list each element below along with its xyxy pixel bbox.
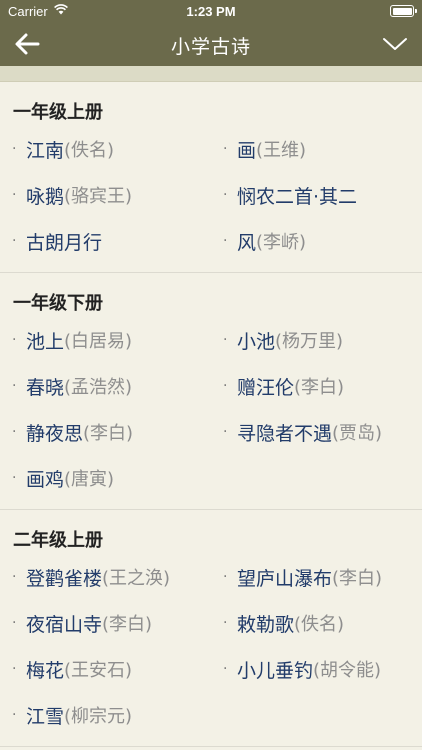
poem-author: (李峤) — [256, 232, 307, 253]
poem-grid: · 江南 (佚名) · 画 (王维) · 咏鹅 (骆宾王) · 悯农二首·其二 · 古朗月行 · 风 (李峤) — [0, 126, 422, 264]
section-title: 一年级上册 — [13, 102, 103, 123]
poem-author: (王之涣) — [102, 568, 171, 589]
bullet-icon: · — [223, 615, 228, 631]
grade-section: 二年级上册 · 登鹳雀楼 (王之涣) · 望庐山瀑布 (李白) · 夜宿山寺 (李白) · 敕勒歌 (佚… — [0, 510, 422, 747]
poem-title: 静夜思 — [26, 422, 84, 445]
bullet-icon: · — [12, 187, 17, 203]
poem-item[interactable]: · 古朗月行 — [0, 218, 211, 264]
bullet-icon: · — [223, 141, 228, 157]
poem-item[interactable]: · 江南 (佚名) — [0, 126, 211, 172]
poem-item[interactable]: · 画鸡 (唐寅) — [0, 455, 211, 501]
poem-author: (骆宾王) — [64, 186, 133, 207]
bullet-icon: · — [223, 424, 228, 440]
bullet-icon: · — [223, 569, 228, 585]
poem-author: (胡令能) — [313, 660, 382, 681]
poem-title: 咏鹅 — [26, 185, 65, 208]
poem-item[interactable]: · 春晓 (孟浩然) — [0, 363, 211, 409]
bullet-icon: · — [223, 332, 228, 348]
bullet-icon: · — [12, 332, 17, 348]
poem-title: 古朗月行 — [26, 231, 103, 254]
poem-author: (李白) — [332, 568, 383, 589]
poem-title: 江南 — [26, 139, 65, 162]
poem-author: (佚名) — [294, 614, 345, 635]
poem-title: 梅花 — [26, 659, 65, 682]
poem-author: (贾岛) — [332, 423, 383, 444]
bullet-icon: · — [223, 378, 228, 394]
bullet-icon: · — [12, 141, 17, 157]
status-time: 1:23 PM — [186, 4, 236, 19]
bullet-icon: · — [223, 187, 228, 203]
poem-item[interactable]: · 敕勒歌 (佚名) — [211, 600, 422, 646]
poem-title: 赠汪伦 — [237, 376, 295, 399]
bullet-icon: · — [12, 661, 17, 677]
poem-item[interactable]: · 静夜思 (李白) — [0, 409, 211, 455]
poem-author: (李白) — [102, 614, 153, 635]
grade-section: 一年级下册 · 池上 (白居易) · 小池 (杨万里) · 春晓 (孟浩然) · 赠汪伦 (李白) · 静夜… — [0, 273, 422, 510]
section-title: 一年级下册 — [13, 293, 103, 314]
poem-grid: · 登鹳雀楼 (王之涣) · 望庐山瀑布 (李白) · 夜宿山寺 (李白) · 敕勒歌 (佚名) · 梅花… — [0, 554, 422, 738]
bullet-icon: · — [12, 470, 17, 486]
poem-title: 望庐山瀑布 — [237, 567, 333, 590]
poem-item[interactable]: · 画 (王维) — [211, 126, 422, 172]
poem-item[interactable]: · 风 (李峤) — [211, 218, 422, 264]
poem-title: 池上 — [26, 330, 65, 353]
poem-item[interactable]: · 寻隐者不遇 (贾岛) — [211, 409, 422, 455]
poem-title: 画 — [237, 139, 257, 162]
bullet-icon: · — [12, 378, 17, 394]
poem-author: (杨万里) — [275, 331, 344, 352]
poem-author: (白居易) — [64, 331, 133, 352]
poem-author: (李白) — [294, 377, 345, 398]
poem-author: (唐寅) — [64, 469, 115, 490]
bullet-icon: · — [223, 233, 228, 249]
poem-list: 一年级上册 · 江南 (佚名) · 画 (王维) · 咏鹅 (骆宾王) · 悯农二首·其二 · 古朗月行 ·… — [0, 82, 422, 747]
poem-title: 寻隐者不遇 — [237, 422, 333, 445]
bullet-icon: · — [12, 424, 17, 440]
page-title: 小学古诗 — [170, 36, 251, 58]
poem-item[interactable]: · 江雪 (柳宗元) — [0, 692, 211, 738]
poem-author: (孟浩然) — [64, 377, 133, 398]
chevron-down-icon[interactable] — [382, 36, 408, 52]
poem-item[interactable]: · 登鹳雀楼 (王之涣) — [0, 554, 211, 600]
bullet-icon: · — [12, 569, 17, 585]
poem-title: 悯农二首·其二 — [237, 185, 358, 208]
poem-title: 小儿垂钓 — [237, 659, 314, 682]
bullet-icon: · — [223, 661, 228, 677]
poem-title: 江雪 — [26, 705, 65, 728]
poem-item[interactable]: · 望庐山瀑布 (李白) — [211, 554, 422, 600]
battery-icon — [390, 5, 417, 17]
poem-author: (王安石) — [64, 660, 133, 681]
poem-author: (李白) — [83, 423, 134, 444]
bullet-icon: · — [12, 233, 17, 249]
poem-item[interactable]: · 池上 (白居易) — [0, 317, 211, 363]
poem-item[interactable]: · 夜宿山寺 (李白) — [0, 600, 211, 646]
poem-item[interactable]: · 咏鹅 (骆宾王) — [0, 172, 211, 218]
poem-title: 登鹳雀楼 — [26, 567, 103, 590]
poem-title: 画鸡 — [26, 468, 65, 491]
poem-item[interactable]: · 悯农二首·其二 — [211, 172, 422, 218]
poem-item[interactable]: · 梅花 (王安石) — [0, 646, 211, 692]
status-bar: Carrier 1:23 PM — [0, 0, 422, 22]
section-title: 二年级上册 — [13, 530, 103, 551]
navigation-bar: 小学古诗 — [0, 22, 422, 66]
grade-section: 一年级上册 · 江南 (佚名) · 画 (王维) · 咏鹅 (骆宾王) · 悯农二首·其二 · 古朗月行 ·… — [0, 82, 422, 273]
poem-author: (王维) — [256, 140, 307, 161]
poem-author: (柳宗元) — [64, 706, 133, 727]
poem-title: 小池 — [237, 330, 276, 353]
bullet-icon: · — [12, 615, 17, 631]
poem-author: (佚名) — [64, 140, 115, 161]
poem-grid: · 池上 (白居易) · 小池 (杨万里) · 春晓 (孟浩然) · 赠汪伦 (李白) · 静夜思 (李白)… — [0, 317, 422, 501]
poem-title: 春晓 — [26, 376, 65, 399]
bullet-icon: · — [12, 707, 17, 723]
poem-title: 敕勒歌 — [237, 613, 295, 636]
poem-item[interactable]: · 小池 (杨万里) — [211, 317, 422, 363]
poem-item[interactable]: · 赠汪伦 (李白) — [211, 363, 422, 409]
poem-title: 夜宿山寺 — [26, 613, 103, 636]
header-divider-strip — [0, 66, 422, 82]
poem-title: 风 — [237, 231, 257, 254]
poem-item[interactable]: · 小儿垂钓 (胡令能) — [211, 646, 422, 692]
